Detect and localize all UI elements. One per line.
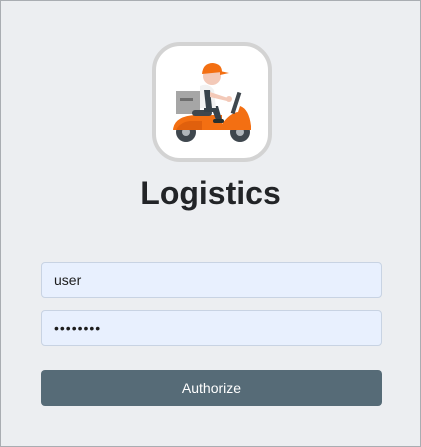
app-logo (152, 42, 272, 162)
app-title: Logistics (140, 175, 281, 211)
username-input[interactable] (41, 262, 382, 298)
login-window: Logistics Authorize (0, 0, 421, 447)
delivery-scooter-icon (173, 63, 251, 142)
password-input[interactable] (41, 310, 382, 346)
authorize-button[interactable]: Authorize (41, 370, 382, 406)
